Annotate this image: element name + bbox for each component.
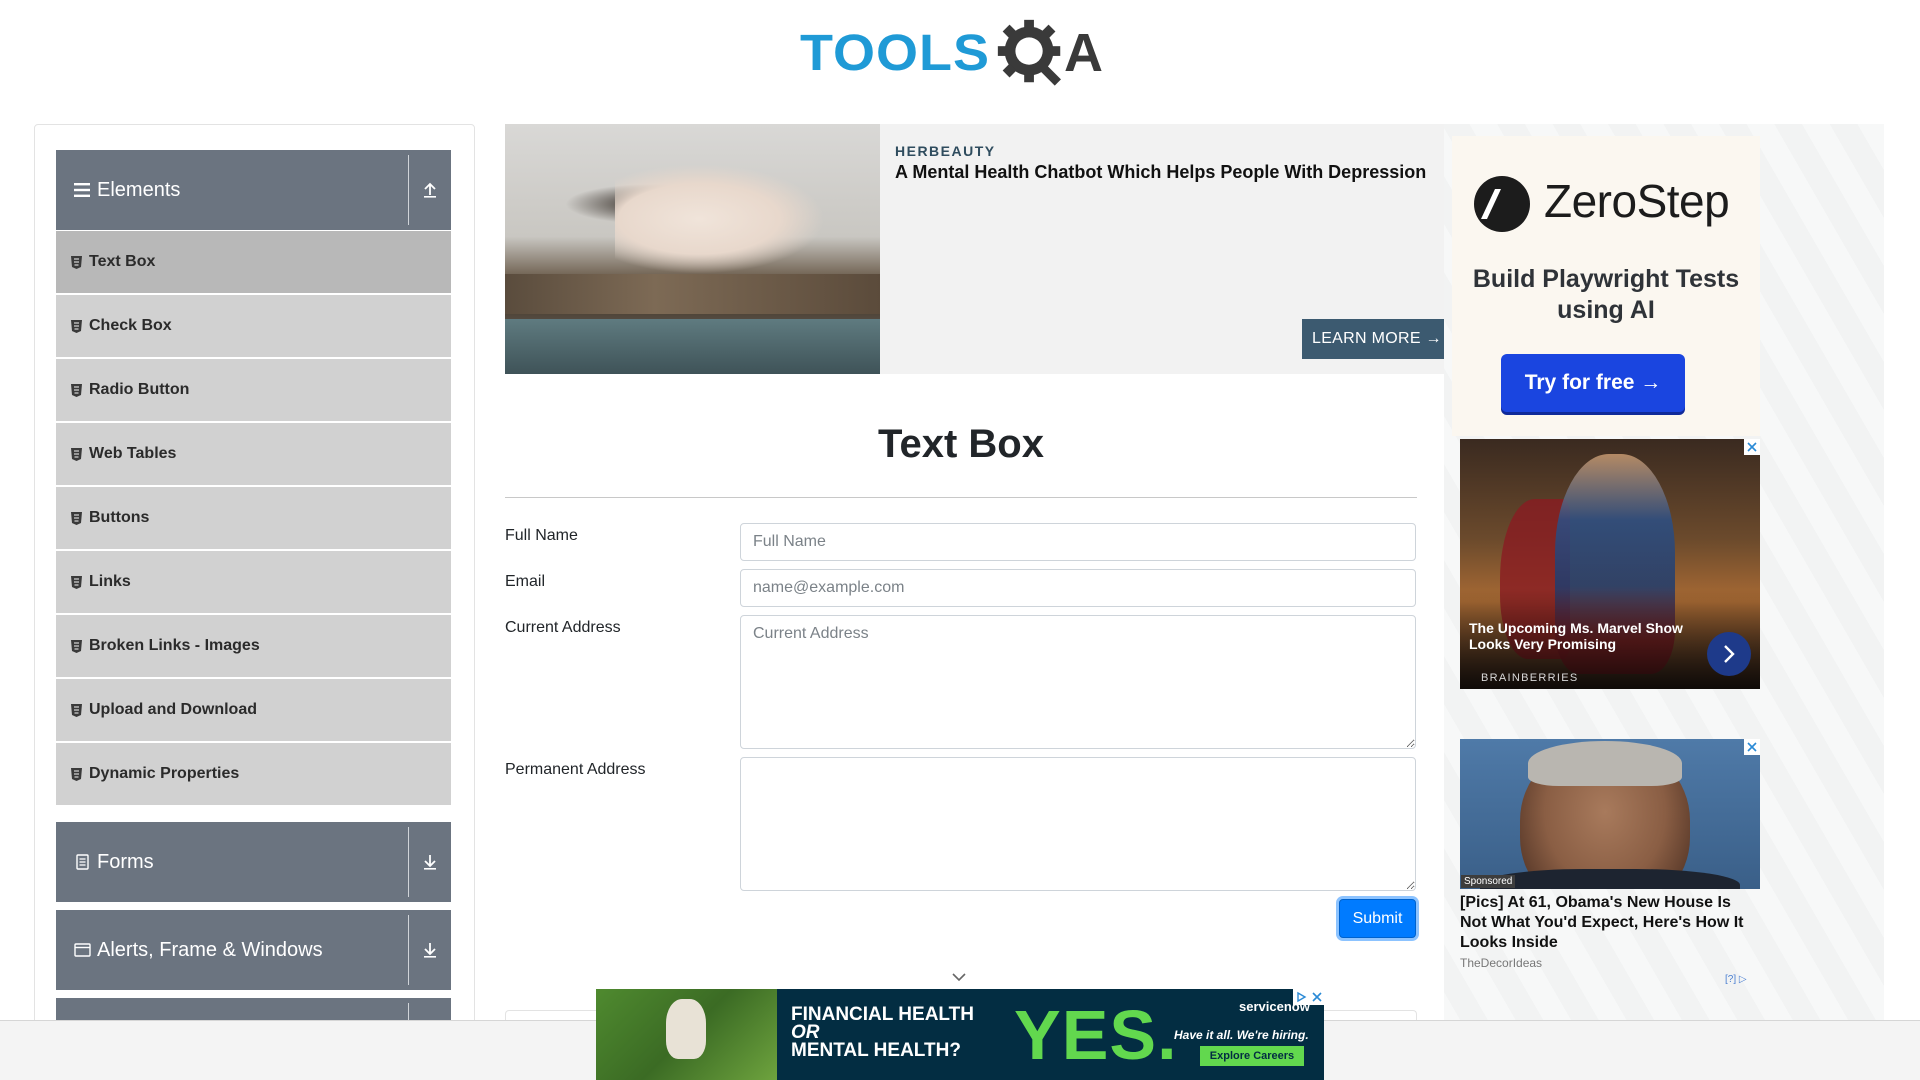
submit-button[interactable]: Submit (1339, 899, 1416, 938)
group-title: Elements (97, 178, 181, 201)
ad-close-controls[interactable] (1293, 989, 1324, 1005)
sponsored-badge: Sponsored (1461, 875, 1516, 888)
menu-item-broken-links[interactable]: Broken Links - Images (56, 615, 451, 677)
menu-item-text-box[interactable]: Text Box (56, 231, 451, 293)
menu-item-check-box[interactable]: Check Box (56, 295, 451, 357)
ad-source: HERBEAUTY (895, 143, 996, 159)
adchoices-icon[interactable] (1295, 991, 1307, 1003)
menu-item-buttons[interactable]: Buttons (56, 487, 451, 549)
menu-item-label: Dynamic Properties (89, 765, 240, 782)
ad-photo-drawer (505, 319, 880, 374)
full-name-input[interactable] (740, 523, 1416, 561)
ad-photo-suit (1480, 869, 1740, 889)
document-icon (73, 854, 91, 870)
menu-item-label: Check Box (89, 317, 172, 334)
group-title: Forms (97, 850, 154, 873)
expand-arrow-icon[interactable] (417, 847, 443, 877)
html5-icon (71, 319, 83, 333)
zerostep-logo-icon (1474, 176, 1530, 232)
marvel-ad-source: BRAINBERRIES (1481, 672, 1579, 684)
title-divider (505, 497, 1417, 498)
chevron-right-icon[interactable] (1707, 632, 1751, 676)
menu-item-label: Upload and Download (89, 701, 257, 718)
marvel-ad[interactable]: The Upcoming Ms. Marvel Show Looks Very … (1460, 439, 1760, 689)
collapse-arrow-icon[interactable] (417, 175, 443, 205)
menu-item-upload-download[interactable]: Upload and Download (56, 679, 451, 741)
learn-more-button[interactable]: LEARN MORE → (1302, 319, 1445, 359)
html5-icon (71, 767, 83, 781)
toolsqa-logo[interactable]: TOOLS A (800, 14, 1103, 92)
window-icon (73, 942, 91, 958)
group-title: Alerts, Frame & Windows (97, 938, 323, 961)
obama-ad[interactable]: Sponsored [Pics] At 61, Obama's New Hous… (1460, 739, 1760, 989)
menu-item-dynamic-properties[interactable]: Dynamic Properties (56, 743, 451, 805)
ad-headline-line3: MENTAL HEALTH? (791, 1040, 961, 1061)
html5-icon (71, 639, 83, 653)
permanent-address-textarea[interactable] (740, 757, 1416, 891)
ad-photo (505, 124, 880, 374)
gear-magnifier-icon (997, 19, 1061, 86)
html5-icon (71, 511, 83, 525)
adchoices-label: [?] (1725, 974, 1737, 985)
menu-item-label: Text Box (89, 253, 156, 270)
menu-item-links[interactable]: Links (56, 551, 451, 613)
menu-item-label: Links (89, 573, 131, 590)
html5-icon (71, 383, 83, 397)
divider (408, 827, 409, 897)
adchoices-icon[interactable]: [?] ▷ (1725, 974, 1747, 985)
try-for-free-button[interactable]: Try for free → (1501, 354, 1685, 412)
divider (408, 155, 409, 225)
email-input[interactable] (740, 569, 1416, 607)
close-icon[interactable] (1744, 739, 1760, 755)
ad-photo: Sponsored (1460, 739, 1760, 889)
menu-item-label: Buttons (89, 509, 150, 526)
ad-headline[interactable]: A Mental Health Chatbot Which Helps Peop… (895, 162, 1426, 183)
zerostep-tagline: Build Playwright Tests using AI (1472, 265, 1740, 324)
hamburger-icon (73, 182, 91, 198)
ad-subtext: Have it all. We're hiring. (1174, 1028, 1309, 1042)
zerostep-ad[interactable]: ZeroStep Build Playwright Tests using AI… (1452, 136, 1760, 436)
permanent-address-label: Permanent Address (505, 761, 646, 778)
obama-ad-headline[interactable]: [Pics] At 61, Obama's New House Is Not W… (1460, 893, 1760, 953)
current-address-label: Current Address (505, 619, 621, 636)
group-header-elements[interactable]: Elements (56, 150, 451, 230)
ad-photo (596, 989, 777, 1080)
obama-ad-source: TheDecorIdeas (1460, 956, 1543, 970)
menu-item-web-tables[interactable]: Web Tables (56, 423, 451, 485)
close-icon[interactable] (1312, 992, 1322, 1002)
chevron-down-icon[interactable] (950, 970, 968, 984)
explore-careers-button[interactable]: Explore Careers (1200, 1046, 1304, 1066)
html5-icon (71, 575, 83, 589)
menu-item-label: Broken Links - Images (89, 637, 260, 654)
logo-text: TOOLS (800, 24, 991, 82)
full-name-label: Full Name (505, 527, 578, 544)
ad-headline: FINANCIAL HEALTH OR MENTAL HEALTH? (791, 1005, 974, 1061)
marvel-ad-headline: The Upcoming Ms. Marvel Show Looks Very … (1469, 620, 1683, 652)
email-label: Email (505, 573, 546, 590)
top-ad-banner[interactable]: HERBEAUTY A Mental Health Chatbot Which … (505, 124, 1445, 374)
html5-icon (71, 703, 83, 717)
divider (408, 915, 409, 985)
sidebar: Elements Text Box Check Box Radio Button… (34, 124, 475, 1064)
menu-item-label: Web Tables (89, 445, 177, 462)
ad-photo-table (505, 274, 880, 314)
menu-item-radio-button[interactable]: Radio Button (56, 359, 451, 421)
html5-icon (71, 255, 83, 269)
ad-photo-person (615, 164, 825, 274)
page-title: Text Box (878, 422, 1044, 466)
zerostep-brand: ZeroStep (1544, 175, 1730, 227)
group-header-alerts[interactable]: Alerts, Frame & Windows (56, 910, 451, 990)
ad-photo-hair (1528, 741, 1682, 786)
current-address-textarea[interactable] (740, 615, 1416, 749)
menu-item-label: Radio Button (89, 381, 190, 398)
servicenow-ad[interactable]: FINANCIAL HEALTH OR MENTAL HEALTH? YES. … (596, 989, 1324, 1080)
html5-icon (71, 447, 83, 461)
expand-arrow-icon[interactable] (417, 935, 443, 965)
page: TOOLS A Elements Text Box Check Box Radi… (0, 0, 1920, 1080)
logo-text-a: A (1064, 23, 1104, 83)
close-icon[interactable] (1744, 439, 1760, 455)
ad-big-text: YES. (1014, 996, 1178, 1074)
group-header-forms[interactable]: Forms (56, 822, 451, 902)
